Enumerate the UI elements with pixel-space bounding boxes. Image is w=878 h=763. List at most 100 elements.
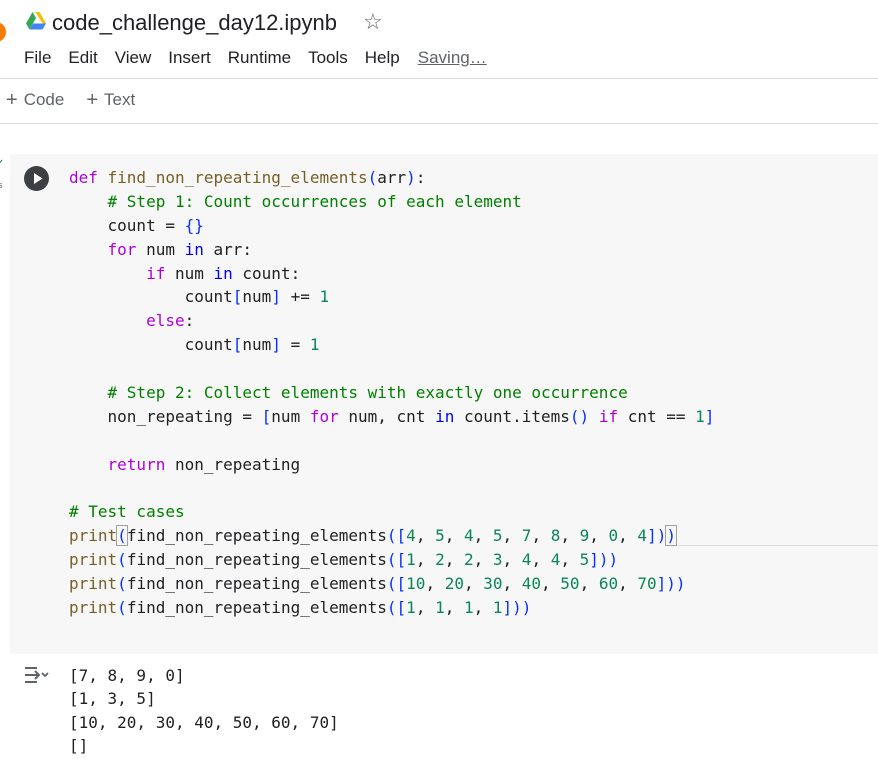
code-token: ([	[386, 526, 407, 546]
add-code-label: Code	[23, 90, 65, 109]
plus-icon: +	[6, 89, 18, 111]
code-token: num	[136, 239, 185, 259]
code-token: [	[232, 287, 243, 307]
code-token: find_non_repeating_elements	[126, 526, 387, 546]
code-line: count[num] += 1	[69, 285, 714, 309]
code-token: ,	[560, 526, 580, 546]
code-token: else	[146, 311, 185, 331]
star-icon[interactable]: ☆	[363, 9, 383, 35]
menu-file[interactable]: File	[24, 48, 51, 70]
menu-insert[interactable]: Insert	[168, 48, 211, 70]
code-token: 40	[521, 574, 542, 594]
code-line: return non_repeating	[69, 453, 714, 477]
code-token: # Step 2: Collect elements with exactly …	[107, 383, 628, 403]
code-line: print(find_non_repeating_elements([4, 5,…	[69, 524, 714, 548]
code-token: 1	[463, 598, 474, 618]
run-cell-button[interactable]	[24, 166, 49, 191]
code-token: 4	[550, 550, 561, 570]
add-text-label: Text	[104, 90, 136, 109]
code-token: ]	[271, 287, 281, 307]
code-line: # Step 1: Count occurrences of each elem…	[69, 190, 714, 214]
code-line: print(find_non_repeating_elements([1, 1,…	[69, 596, 714, 620]
menu-tools[interactable]: Tools	[308, 48, 348, 70]
code-token: ,	[502, 574, 522, 594]
code-token: ]))	[656, 574, 686, 594]
code-token: # Test cases	[69, 502, 185, 522]
code-token: ,	[473, 526, 493, 546]
execution-time: s	[0, 180, 3, 190]
add-code-button[interactable]: + Code	[6, 90, 64, 110]
code-token: ()	[569, 406, 590, 426]
code-line: else:	[69, 309, 714, 333]
code-token: ,	[618, 526, 638, 546]
menu-view[interactable]: View	[115, 48, 152, 70]
code-token: # Step 1: Count occurrences of each elem…	[107, 191, 522, 211]
code-token: ]))	[589, 550, 619, 570]
code-token: if	[598, 406, 619, 426]
code-token: ([	[386, 574, 407, 594]
code-token: )	[665, 525, 677, 547]
code-token: 2	[435, 550, 445, 570]
output-line: [10, 20, 30, 40, 50, 60, 70]	[69, 712, 339, 732]
code-token: ,	[473, 598, 493, 618]
code-token: 60	[598, 574, 619, 594]
menu-help[interactable]: Help	[365, 48, 400, 70]
code-token: in	[184, 239, 204, 259]
add-text-button[interactable]: + Text	[86, 90, 135, 110]
code-token: 1	[492, 598, 503, 618]
menu-bar: File Edit View Insert Runtime Tools Help…	[24, 48, 504, 70]
code-token: 1	[435, 598, 445, 618]
code-token: num	[242, 335, 272, 355]
code-token: count =	[69, 215, 185, 235]
code-token: find_non_repeating_elements	[107, 168, 368, 187]
code-token: 1	[695, 406, 705, 426]
code-token: ,	[444, 526, 464, 546]
colab-logo[interactable]	[0, 22, 6, 42]
code-token: print	[69, 550, 118, 570]
code-token: ,	[541, 574, 561, 594]
code-token: 1	[319, 287, 330, 307]
code-token: arr	[377, 168, 407, 187]
code-token: ,	[618, 574, 638, 594]
menu-edit[interactable]: Edit	[68, 48, 97, 70]
code-token: ,	[415, 526, 436, 546]
code-token: 5	[435, 526, 445, 546]
code-token: 3	[492, 550, 503, 570]
menu-runtime[interactable]: Runtime	[228, 48, 291, 70]
code-token: ,	[531, 526, 551, 546]
code-token: num	[165, 263, 214, 283]
code-token: 5	[579, 550, 590, 570]
code-token: 4	[463, 526, 474, 546]
code-token: 10	[406, 574, 426, 594]
code-token: def	[69, 168, 108, 187]
code-token: if	[146, 263, 166, 283]
cell-output: [7, 8, 9, 0] [1, 3, 5] [10, 20, 30, 40, 50…	[69, 664, 339, 757]
code-token: ,	[415, 598, 436, 618]
code-token: print	[69, 574, 118, 594]
code-line: def find_non_repeating_elements(arr):	[69, 166, 714, 190]
code-token: ,	[473, 550, 493, 570]
code-token: ,	[579, 574, 599, 594]
code-token: 50	[560, 574, 580, 594]
code-token: print	[69, 526, 118, 546]
notebook-title[interactable]: code_challenge_day12.ipynb	[52, 10, 337, 36]
output-actions-icon[interactable]	[23, 664, 50, 686]
code-token: 1	[309, 335, 320, 355]
code-token: ,	[415, 550, 436, 570]
code-token: ([	[386, 598, 407, 618]
code-line: count[num] = 1	[69, 333, 714, 357]
code-token: ,	[425, 574, 445, 594]
code-token: :	[184, 311, 195, 331]
save-status[interactable]: Saving…	[418, 48, 487, 70]
code-token: for	[107, 239, 137, 259]
code-token: cnt ==	[618, 406, 696, 426]
code-token: {}	[184, 215, 204, 235]
cell-gutter	[10, 154, 62, 654]
code-token: count:	[232, 263, 301, 283]
code-content[interactable]: def find_non_repeating_elements(arr): # …	[69, 166, 714, 620]
